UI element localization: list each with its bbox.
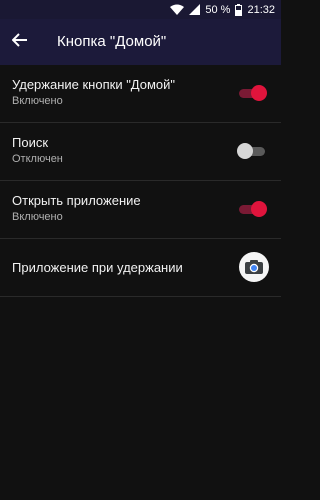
wifi-icon: [170, 4, 185, 15]
app-bar: Кнопка "Домой": [0, 19, 281, 65]
setting-open-app[interactable]: Открыть приложение Включено: [0, 181, 281, 239]
back-button[interactable]: [6, 28, 34, 56]
signal-icon: [189, 4, 201, 15]
setting-title: Открыть приложение: [12, 193, 141, 208]
setting-title: Поиск: [12, 135, 49, 150]
home-hold-toggle[interactable]: [237, 84, 267, 102]
setting-summary: Включено: [12, 211, 63, 223]
setting-title: Приложение при удержании: [12, 260, 183, 275]
battery-percent: 50 %: [205, 3, 231, 16]
search-toggle[interactable]: [237, 142, 267, 160]
toggle-knob: [237, 143, 253, 159]
setting-title: Удержание кнопки "Домой": [12, 77, 176, 92]
arrow-back-icon: [11, 32, 28, 52]
status-indicators: 50 % 21:32: [170, 3, 275, 16]
setting-search[interactable]: Поиск Отключен: [0, 123, 281, 181]
setting-summary: Включено: [12, 95, 63, 107]
setting-home-hold[interactable]: Удержание кнопки "Домой" Включено: [0, 65, 281, 123]
setting-summary: Отключен: [12, 153, 63, 165]
setting-hold-app[interactable]: Приложение при удержании: [0, 239, 281, 297]
status-bar: 50 % 21:32: [0, 0, 281, 19]
open-app-toggle[interactable]: [237, 200, 267, 218]
battery-icon: [235, 3, 243, 16]
toggle-knob: [251, 201, 267, 217]
page-title: Кнопка "Домой": [57, 33, 167, 50]
clock: 21:32: [247, 3, 275, 16]
toggle-knob: [251, 85, 267, 101]
camera-app-icon[interactable]: [239, 252, 269, 282]
settings-list: Удержание кнопки "Домой" Включено Поиск …: [0, 65, 281, 297]
